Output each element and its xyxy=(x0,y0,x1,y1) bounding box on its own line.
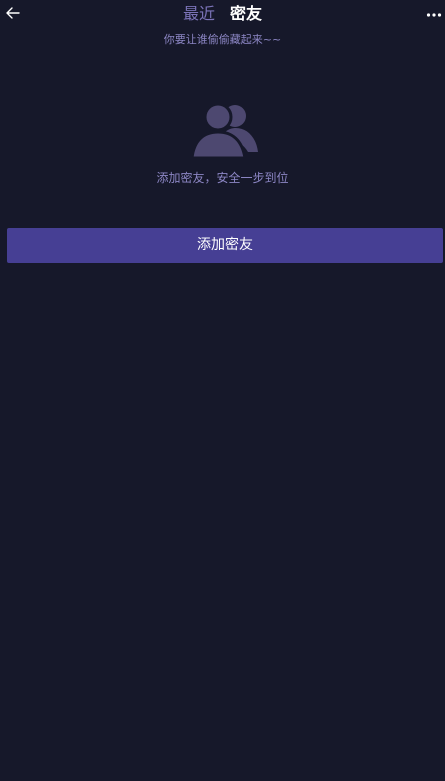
tab-recent[interactable]: 最近 xyxy=(183,3,215,25)
more-icon[interactable] xyxy=(426,6,442,18)
people-icon xyxy=(190,100,260,160)
page-subtitle: 你要让谁偷偷藏起来~~ xyxy=(163,33,282,46)
top-bar: 最近 密友 xyxy=(0,0,445,30)
tab-bar: 最近 密友 xyxy=(0,3,445,25)
tab-close-friends[interactable]: 密友 xyxy=(230,3,262,25)
add-close-friend-button[interactable]: 添加密友 xyxy=(7,228,443,263)
empty-state-message: 添加密友，安全一步到位 xyxy=(156,171,289,185)
